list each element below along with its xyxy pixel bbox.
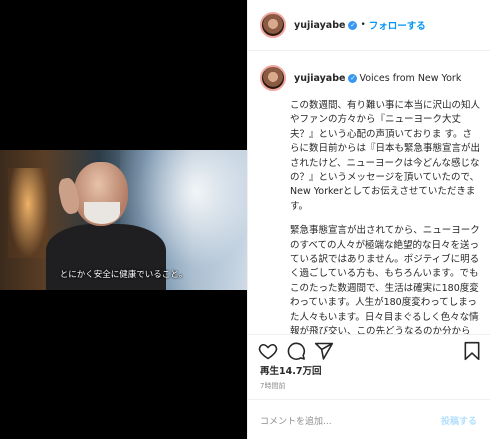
avatar[interactable]	[260, 12, 286, 38]
caption-avatar[interactable]	[260, 65, 286, 91]
username[interactable]: yujiayabe	[294, 20, 345, 31]
caption-paragraph-2: 緊急事態宣言が出されてから、ニューヨークのすべての人々が極端な絶望的な日々を送っ…	[290, 225, 480, 334]
video-background-lamp	[8, 168, 48, 258]
heart-icon[interactable]	[258, 341, 278, 361]
comment-icon[interactable]	[286, 341, 306, 361]
caption-header: yujiayabe ✓ Voices from New York	[248, 51, 490, 91]
follow-button[interactable]: フォローする	[369, 18, 426, 32]
video-player[interactable]: とにかく安全に健康でいること。	[0, 150, 247, 290]
caption-location[interactable]: Voices from New York	[359, 73, 461, 84]
video-subtitle: とにかく安全に健康でいること。	[59, 270, 188, 280]
comment-bar: コメントを追加... 投稿する	[248, 399, 490, 440]
post-panel: yujiayabe ✓ • フォローする yujiayabe ✓ Voices …	[247, 0, 490, 439]
post-media: とにかく安全に健康でいること。	[0, 0, 247, 439]
view-count[interactable]: 再生14.7万回	[260, 363, 321, 377]
comment-input[interactable]: コメントを追加...	[260, 414, 332, 427]
person-beard	[84, 202, 120, 224]
post-comment-button[interactable]: 投稿する	[441, 414, 477, 427]
post-timestamp[interactable]: 7時間前	[260, 381, 285, 391]
caption-area: yujiayabe ✓ Voices from New York この数週間、有…	[248, 51, 490, 334]
separator-dot: •	[360, 20, 366, 30]
person-body	[46, 224, 166, 290]
caption-text: この数週間、有り難い事に本当に沢山の知人やファンの方々から『ニューヨーク大丈夫？…	[290, 99, 481, 334]
caption-paragraph-1: この数週間、有り難い事に本当に沢山の知人やファンの方々から『ニューヨーク大丈夫？…	[290, 100, 481, 212]
caption-username[interactable]: yujiayabe	[294, 73, 345, 84]
verified-badge-icon: ✓	[348, 20, 358, 30]
bookmark-icon[interactable]	[462, 341, 482, 361]
share-icon[interactable]	[314, 341, 334, 361]
caption-verified-badge-icon: ✓	[348, 73, 358, 83]
action-bar	[248, 334, 490, 363]
post-header: yujiayabe ✓ • フォローする	[248, 0, 490, 51]
